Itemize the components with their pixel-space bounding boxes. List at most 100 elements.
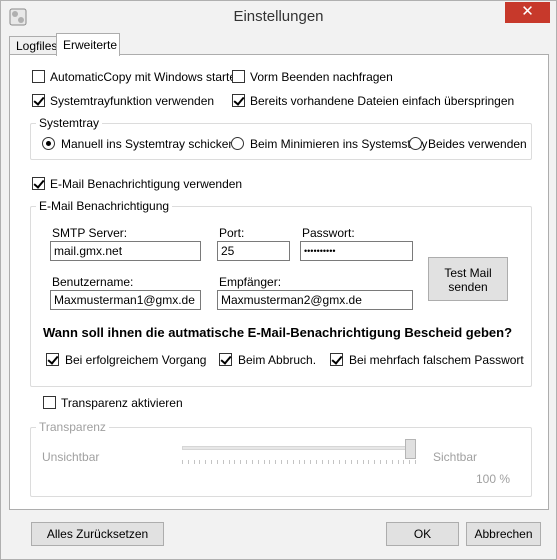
slider-tick [269,460,270,464]
radio-minimize-systray-label: Beim Minimieren ins Systemstray [250,137,428,151]
transparency-enable-checkbox[interactable] [43,396,56,409]
email-enable-checkbox[interactable] [32,177,45,190]
slider-tick [333,460,334,464]
notify-success-label: Bei erfolgreichem Vorgang [65,353,207,367]
title-bar: Einstellungen ✕ [1,1,556,33]
slider-tick [351,460,352,464]
password-input[interactable]: •••••••••• [300,241,413,261]
tab-logfiles-label: Logfiles [16,39,58,53]
slider-tick [258,460,259,464]
radio-manual-systray[interactable] [42,137,55,150]
slider-tick [386,460,387,464]
slider-tick [246,460,247,464]
transparency-slider-thumb[interactable] [405,439,416,459]
tab-panel-erweiterte: AutomaticCopy mit Windows starten Vorm B… [9,54,549,510]
slider-tick [234,460,235,464]
slider-tick [223,460,224,464]
slider-tick [264,460,265,464]
notify-question: Wann soll ihnen die autmatische E-Mail-B… [43,325,513,340]
radio-both[interactable] [409,137,422,150]
email-group-title: E-Mail Benachrichtigung [36,199,173,213]
notify-abort-label: Beim Abbruch. [238,353,317,367]
username-input[interactable]: Maxmusterman1@gmx.de [50,290,201,310]
slider-tick [211,460,212,464]
notify-abort-checkbox[interactable] [219,353,232,366]
slider-tick [368,460,369,464]
close-icon: ✕ [521,3,534,20]
slider-tick [316,460,317,464]
slider-tick [287,460,288,464]
test-mail-button[interactable]: Test Mail senden [428,257,508,301]
ask-before-exit-checkbox[interactable] [232,70,245,83]
window-title: Einstellungen [233,8,324,25]
systray-function-checkbox[interactable] [32,94,45,107]
radio-minimize-systray[interactable] [231,137,244,150]
slider-tick [339,460,340,464]
skip-existing-label: Bereits vorhandene Dateien einfach übers… [250,94,515,108]
tab-erweiterte-label: Erweiterte [63,38,118,52]
slider-tick [188,460,189,464]
cancel-button-label: Abbrechen [474,527,533,541]
slider-tick [345,460,346,464]
slider-tick [240,460,241,464]
slider-tick [409,460,410,464]
username-label: Benutzername: [52,275,134,289]
skip-existing-checkbox[interactable] [232,94,245,107]
radio-manual-systray-label: Manuell ins Systemtray schicken [61,137,236,151]
slider-tick [194,460,195,464]
port-input[interactable]: 25 [217,241,290,261]
slider-tick [281,460,282,464]
reset-all-button[interactable]: Alles Zurücksetzen [31,522,164,546]
notify-wrong-password-label: Bei mehrfach falschem Passwort [349,353,524,367]
settings-window: Einstellungen ✕ Logfiles Erweiterte Auto… [0,0,557,560]
transparency-slider-track [182,446,416,450]
test-mail-button-line1: Test Mail [444,266,492,280]
tab-logfiles[interactable]: Logfiles [9,36,57,55]
slider-tick [357,460,358,464]
transparency-value-label: 100 % [476,472,511,486]
email-enable-label: E-Mail Benachrichtigung verwenden [50,177,243,191]
port-label: Port: [219,226,245,240]
ok-button[interactable]: OK [386,522,459,546]
test-mail-button-line2: senden [448,280,488,294]
systray-function-label: Systemtrayfunktion verwenden [50,94,215,108]
slider-tick [415,460,416,464]
close-button[interactable]: ✕ [505,2,550,23]
slider-tick [304,460,305,464]
transparency-right-label: Sichtbar [433,450,478,464]
slider-tick [380,460,381,464]
transparency-slider-ticks [182,460,416,464]
slider-tick [392,460,393,464]
transparency-group-title: Transparenz [36,420,109,434]
slider-tick [252,460,253,464]
slider-tick [199,460,200,464]
slider-tick [229,460,230,464]
slider-tick [293,460,294,464]
slider-tick [328,460,329,464]
slider-tick [217,460,218,464]
slider-tick [363,460,364,464]
reset-all-button-label: Alles Zurücksetzen [46,527,149,541]
slider-tick [322,460,323,464]
recipient-input[interactable]: Maxmusterman2@gmx.de [217,290,413,310]
automatic-copy-checkbox[interactable] [32,70,45,83]
recipient-label: Empfänger: [219,275,282,289]
slider-tick [374,460,375,464]
systemtray-group-title: Systemtray [36,116,103,130]
slider-tick [310,460,311,464]
transparency-enable-label: Transparenz aktivieren [61,396,183,410]
slider-tick [275,460,276,464]
ok-button-label: OK [413,527,432,541]
smtp-server-input[interactable]: mail.gmx.net [50,241,201,261]
slider-tick [182,460,183,464]
password-label: Passwort: [302,226,355,240]
tab-erweiterte[interactable]: Erweiterte [56,33,120,56]
cancel-button[interactable]: Abbrechen [466,522,541,546]
slider-tick [205,460,206,464]
notify-success-checkbox[interactable] [46,353,59,366]
slider-tick [403,460,404,464]
ask-before-exit-label: Vorm Beenden nachfragen [250,70,393,84]
notify-wrong-password-checkbox[interactable] [330,353,343,366]
automatic-copy-label: AutomaticCopy mit Windows starten [50,70,243,84]
slider-tick [398,460,399,464]
